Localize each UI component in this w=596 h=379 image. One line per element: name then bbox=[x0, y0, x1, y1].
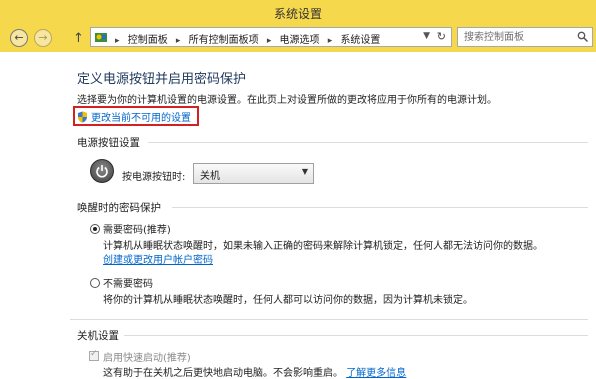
chevron-down-icon: ▼ bbox=[301, 167, 308, 176]
shield-icon bbox=[78, 111, 87, 123]
power-icon bbox=[90, 159, 114, 183]
window-title: 系统设置 bbox=[273, 7, 322, 21]
no-password-radio[interactable] bbox=[90, 278, 100, 288]
chevron-right-icon: ▸ bbox=[327, 36, 333, 46]
require-password-radio[interactable] bbox=[90, 224, 100, 234]
address-toolbar: ← → ↑ ▸ 控制面板 ▸ 所有控制面板项 ▸ 电源选项 ▸ 系统设置 ▼ ↻ bbox=[0, 24, 596, 52]
arrow-up-icon: ↑ bbox=[73, 31, 84, 46]
change-password-link[interactable]: 创建或更改用户帐户密码 bbox=[103, 251, 213, 266]
chevron-right-icon: ▸ bbox=[175, 36, 181, 46]
power-button-section-title: 电源按钮设置 bbox=[77, 137, 140, 149]
learn-more-link[interactable]: 了解更多信息 bbox=[346, 368, 406, 379]
arrow-right-icon: → bbox=[38, 31, 48, 44]
fast-startup-desc: 这有助于在关机之后更快地启动电脑。不会影响重启。 bbox=[103, 368, 343, 379]
require-password-label[interactable]: 需要密码(推荐) bbox=[103, 221, 171, 236]
chevron-right-icon: ▸ bbox=[115, 36, 120, 46]
search-box[interactable] bbox=[457, 27, 593, 47]
no-password-label[interactable]: 不需要密码 bbox=[103, 275, 153, 290]
fast-startup-checkbox[interactable]: ✓ bbox=[89, 349, 99, 361]
arrow-left-icon: ← bbox=[14, 31, 24, 44]
section-divider bbox=[124, 335, 588, 336]
power-button-action-value: 关机 bbox=[200, 171, 220, 182]
refresh-icon[interactable]: ↻ bbox=[437, 30, 446, 43]
fast-startup-label[interactable]: 启用快速启动(推荐) bbox=[103, 349, 191, 364]
breadcrumb-item[interactable]: 系统设置 bbox=[340, 35, 380, 46]
address-bar[interactable]: ▸ 控制面板 ▸ 所有控制面板项 ▸ 电源选项 ▸ 系统设置 ▼ ↻ bbox=[90, 27, 452, 47]
section-divider bbox=[148, 142, 588, 143]
search-input[interactable] bbox=[458, 28, 576, 46]
section-divider bbox=[172, 207, 588, 208]
back-button[interactable]: ← bbox=[10, 29, 28, 47]
title-bar: 系统设置 bbox=[0, 0, 596, 25]
change-unavailable-settings-link[interactable]: 更改当前不可用的设置 bbox=[77, 109, 191, 124]
breadcrumb-item[interactable]: 控制面板 bbox=[128, 35, 168, 46]
chevron-right-icon: ▸ bbox=[266, 36, 272, 46]
address-dropdown-icon[interactable]: ▼ bbox=[423, 31, 430, 41]
page-description: 选择要为你的计算机设置的电源设置。在此页上对设置所做的更改将应用于你所有的电源计… bbox=[77, 95, 497, 106]
checkmark-icon: ✓ bbox=[90, 349, 98, 359]
fast-startup-desc-line: 这有助于在关机之后更快地启动电脑。不会影响重启。 了解更多信息 bbox=[103, 364, 406, 379]
breadcrumb-item[interactable]: 电源选项 bbox=[280, 35, 320, 46]
content-pane: 定义电源按钮并启用密码保护 选择要为你的计算机设置的电源设置。在此页上对设置所做… bbox=[0, 52, 596, 379]
shutdown-section-title: 关机设置 bbox=[77, 330, 119, 342]
breadcrumb-item[interactable]: 所有控制面板项 bbox=[189, 35, 259, 46]
change-settings-text[interactable]: 更改当前不可用的设置 bbox=[91, 113, 191, 124]
power-button-action-select[interactable]: 关机 ▼ bbox=[193, 163, 314, 184]
up-button[interactable]: ↑ bbox=[73, 31, 84, 46]
require-password-desc: 计算机从睡眠状态唤醒时，如果未输入正确的密码来解除计算机锁定，任何人都无法访问你… bbox=[103, 241, 543, 252]
power-button-action-label: 按电源按钮时: bbox=[122, 172, 186, 183]
forward-button[interactable]: → bbox=[34, 29, 52, 47]
breadcrumb: ▸ 控制面板 ▸ 所有控制面板项 ▸ 电源选项 ▸ 系统设置 bbox=[115, 31, 385, 46]
search-icon[interactable] bbox=[577, 31, 588, 42]
page-title: 定义电源按钮并启用密码保护 bbox=[77, 72, 247, 87]
wake-password-section-title: 唤醒时的密码保护 bbox=[77, 202, 161, 214]
section-divider bbox=[70, 319, 588, 320]
no-password-desc: 将你的计算机从睡眠状态唤醒时，任何人都可以访问你的数据，因为计算机未锁定。 bbox=[103, 295, 473, 306]
control-panel-icon bbox=[95, 33, 107, 42]
